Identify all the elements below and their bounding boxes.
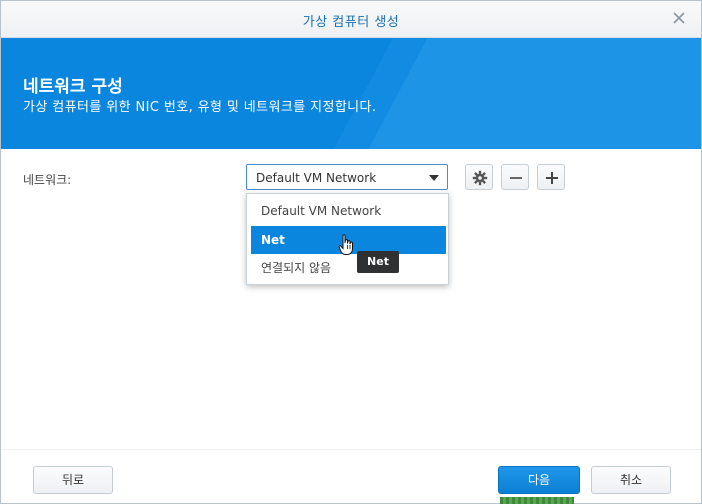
section-title: 네트워크 구성 (23, 77, 123, 97)
header-banner: 네트워크 구성 가상 컴퓨터를 위한 NIC 번호, 유형 및 네트워크를 지정… (1, 38, 701, 149)
cancel-button[interactable]: 취소 (591, 466, 671, 494)
background-window-edge (500, 497, 574, 504)
gear-icon (472, 170, 488, 186)
plus-icon (546, 172, 558, 184)
create-vm-dialog: 가상 컴퓨터 생성 네트워크 구성 가상 컴퓨터를 위한 NIC 번호, 유형 … (0, 0, 702, 504)
add-network-button[interactable] (537, 164, 565, 190)
dialog-footer: 뒤로 다음 취소 (1, 449, 701, 503)
network-select-value: Default VM Network (256, 171, 377, 185)
section-subtitle: 가상 컴퓨터를 위한 NIC 번호, 유형 및 네트워크를 지정합니다. (23, 100, 377, 115)
menu-item-default-vm-network[interactable]: Default VM Network (251, 197, 446, 225)
hand-cursor-icon (338, 234, 353, 255)
title-bar: 가상 컴퓨터 생성 (1, 1, 701, 38)
menu-item-not-connected[interactable]: 연결되지 않음 (251, 254, 446, 282)
option-tooltip: Net (357, 251, 399, 273)
network-settings-button[interactable] (465, 164, 493, 190)
back-button[interactable]: 뒤로 (33, 466, 113, 494)
network-label: 네트워크: (23, 173, 72, 187)
minus-icon (510, 177, 522, 179)
chevron-down-icon (429, 175, 439, 181)
next-button[interactable]: 다음 (498, 466, 580, 494)
close-icon[interactable] (671, 10, 687, 26)
dialog-title: 가상 컴퓨터 생성 (302, 15, 400, 30)
network-select[interactable]: Default VM Network (246, 164, 448, 190)
remove-network-button[interactable] (501, 164, 529, 190)
